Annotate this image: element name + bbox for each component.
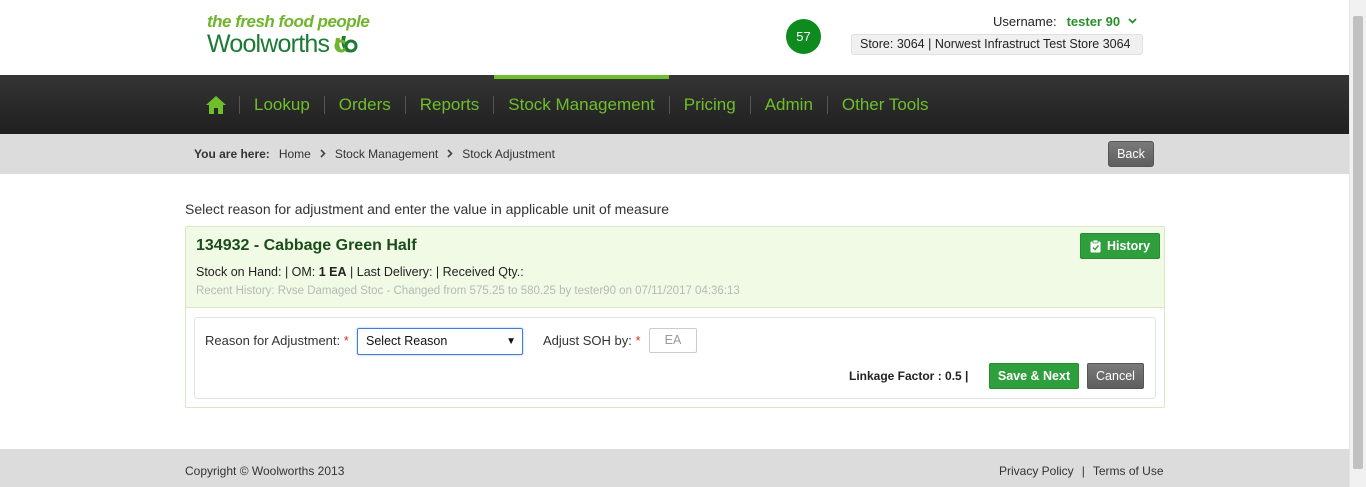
cancel-button[interactable]: Cancel <box>1087 363 1144 389</box>
chevron-down-icon[interactable] <box>1128 16 1137 27</box>
product-title: 134932 - Cabbage Green Half <box>196 237 417 254</box>
copyright-text: Copyright © Woolworths 2013 <box>185 464 345 478</box>
header: the fresh food people Woolworths 57 User… <box>0 0 1349 75</box>
woolworths-logo[interactable]: the fresh food people Woolworths <box>207 12 370 58</box>
om-value: 1 EA <box>318 265 347 279</box>
reason-select-value: Select Reason <box>366 334 448 348</box>
username-value[interactable]: tester 90 <box>1067 14 1120 29</box>
chevron-right-icon <box>320 147 326 161</box>
store-selector[interactable]: Store: 3064 | Norwest Infrastruct Test S… <box>851 34 1143 55</box>
brand-tagline: the fresh food people <box>207 12 370 31</box>
notification-count-badge[interactable]: 57 <box>786 19 821 54</box>
breadcrumb-stock-management[interactable]: Stock Management <box>335 147 438 161</box>
footer-separator: | <box>1081 464 1085 478</box>
soh-suffix: | Last Delivery: | Received Qty.: <box>346 265 524 279</box>
reason-label: Reason for Adjustment: * <box>205 333 349 348</box>
linkage-factor: Linkage Factor : 0.5 | <box>849 369 969 383</box>
nav-item-other-tools[interactable]: Other Tools <box>828 75 943 134</box>
nav-item-lookup[interactable]: Lookup <box>240 75 324 134</box>
footer: Copyright © Woolworths 2013 Privacy Poli… <box>0 449 1349 487</box>
breadcrumb: You are here: Home Stock Management Stoc… <box>194 134 555 174</box>
clipboard-icon <box>1090 239 1101 252</box>
nav-item-stock-management[interactable]: Stock Management <box>494 75 670 134</box>
soh-prefix: Stock on Hand: | OM: <box>196 265 319 279</box>
recent-history: Recent History: Rvse Damaged Stoc - Chan… <box>196 285 740 297</box>
chevron-right-icon <box>447 147 453 161</box>
username-label: Username: <box>993 14 1057 29</box>
dropdown-arrow-icon: ▼ <box>506 336 516 347</box>
footer-links: Privacy Policy | Terms of Use <box>999 464 1164 478</box>
breadcrumb-home[interactable]: Home <box>279 147 311 161</box>
nav-item-reports[interactable]: Reports <box>406 75 494 134</box>
scrollbar-thumb[interactable] <box>1353 16 1363 469</box>
adjustment-form: Reason for Adjustment: * Select Reason ▼… <box>194 317 1156 399</box>
required-mark: * <box>635 333 641 348</box>
stock-summary: Stock on Hand: | OM: 1 EA | Last Deliver… <box>196 265 524 279</box>
history-label: History <box>1106 239 1151 253</box>
woolworths-w-logo-icon <box>334 36 358 53</box>
nav-item-pricing[interactable]: Pricing <box>670 75 750 134</box>
required-mark: * <box>343 333 349 348</box>
nav-item-admin[interactable]: Admin <box>751 75 827 134</box>
history-button[interactable]: History <box>1080 233 1160 259</box>
save-next-button[interactable]: Save & Next <box>989 363 1079 389</box>
brand-name: Woolworths <box>207 30 330 58</box>
adjust-soh-input[interactable]: EA <box>649 328 697 353</box>
instruction-text: Select reason for adjustment and enter t… <box>185 201 670 217</box>
terms-of-use-link[interactable]: Terms of Use <box>1093 464 1164 478</box>
vertical-scrollbar[interactable] <box>1349 0 1366 487</box>
reason-select[interactable]: Select Reason ▼ <box>357 328 523 355</box>
nav-item-orders[interactable]: Orders <box>325 75 405 134</box>
privacy-policy-link[interactable]: Privacy Policy <box>999 464 1074 478</box>
breadcrumb-lead: You are here: <box>194 147 270 161</box>
main-navbar: Lookup Orders Reports Stock Management P… <box>0 75 1349 134</box>
product-panel: 134932 - Cabbage Green Half Stock on Han… <box>185 226 1165 408</box>
user-menu[interactable]: Username: tester 90 <box>993 14 1137 29</box>
adjust-soh-label: Adjust SOH by: * <box>543 333 641 348</box>
product-header: 134932 - Cabbage Green Half Stock on Han… <box>186 227 1164 308</box>
home-icon[interactable] <box>193 75 239 134</box>
breadcrumb-stock-adjustment: Stock Adjustment <box>462 147 555 161</box>
back-button[interactable]: Back <box>1108 141 1154 167</box>
